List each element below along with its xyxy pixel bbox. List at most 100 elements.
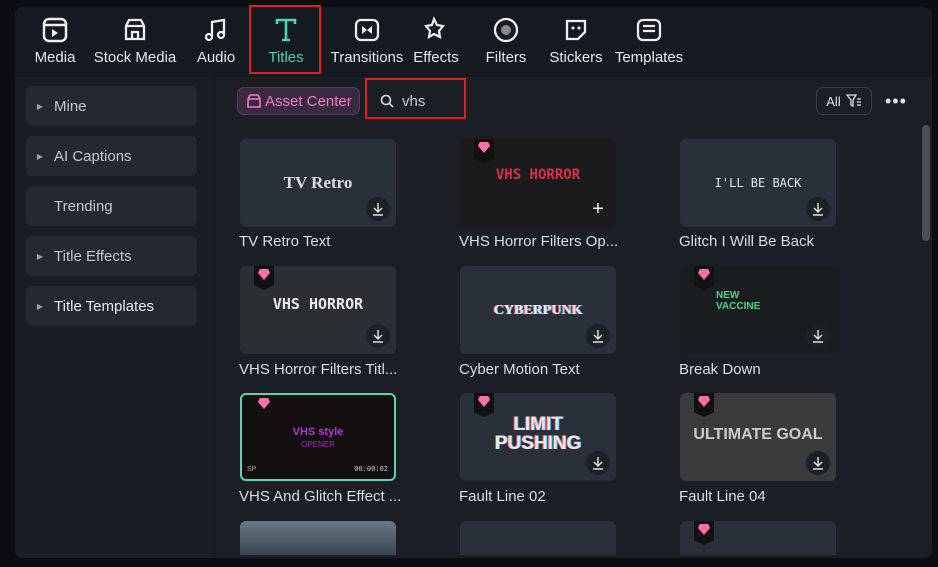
- asset-center-label: Asset Center: [265, 92, 352, 110]
- premium-gem-icon: [694, 393, 714, 417]
- titles-panel: Media Stock Media Audio Titles Transitio…: [15, 7, 932, 558]
- download-icon[interactable]: [806, 451, 830, 475]
- card-label: Glitch I Will Be Back: [679, 233, 815, 250]
- filter-label: All: [826, 93, 841, 109]
- sidebar: ▶ Mine ▶ AI Captions Trending ▶ Title Effec…: [15, 77, 215, 558]
- tab-audio[interactable]: Audio: [191, 7, 241, 77]
- caret-right-icon: ▶: [36, 151, 44, 161]
- premium-gem-icon: [694, 266, 714, 290]
- card-label: Fault Line 04: [679, 488, 766, 505]
- search-box[interactable]: [370, 85, 465, 117]
- tab-label: Templates: [614, 49, 684, 66]
- title-card[interactable]: VHS HORROR: [240, 266, 396, 354]
- search-icon: [380, 94, 394, 108]
- sidebar-item-label: Mine: [54, 97, 87, 115]
- thumbnail-text: NEW VACCINE: [716, 290, 761, 312]
- premium-gem-icon: [254, 266, 274, 290]
- title-card[interactable]: I'LL BE BACK: [680, 139, 836, 227]
- tab-label: Filters: [485, 49, 527, 66]
- title-card[interactable]: [680, 521, 836, 555]
- asset-center-button[interactable]: Asset Center: [237, 87, 360, 115]
- tab-titles[interactable]: Titles: [253, 7, 319, 77]
- more-options-icon[interactable]: •••: [885, 91, 907, 112]
- title-card-selected[interactable]: VHS style OPENER SP 00:00:02: [240, 393, 396, 481]
- title-card[interactable]: LIMIT PUSHING: [460, 393, 616, 481]
- templates-icon: [636, 18, 662, 42]
- thumbnail-subtext: OPENER: [301, 440, 335, 449]
- scrollbar[interactable]: [922, 125, 930, 241]
- download-icon[interactable]: [806, 324, 830, 348]
- thumbnail-text: VHS HORROR: [495, 167, 581, 183]
- stock-media-icon: [124, 18, 146, 41]
- tab-label: Audio: [196, 49, 236, 66]
- title-card[interactable]: VHS HORROR +: [460, 139, 616, 227]
- premium-gem-icon: [694, 521, 714, 545]
- filter-icon: [845, 94, 861, 108]
- card-label: Break Down: [679, 361, 761, 378]
- download-icon[interactable]: [586, 324, 610, 348]
- thumbnail-text: CYBERPUNK: [493, 303, 583, 318]
- thumbnail-text: I'LL BE BACK: [714, 176, 802, 190]
- filters-icon: [493, 17, 519, 43]
- music-note-icon: [204, 18, 226, 42]
- media-tabs-bar: Media Stock Media Audio Titles Transitio…: [15, 7, 932, 77]
- premium-gem-icon: [474, 139, 494, 163]
- thumbnail-timecode: 00:00:02: [354, 465, 388, 473]
- tab-label: Titles: [268, 49, 304, 66]
- caret-right-icon: ▶: [36, 301, 44, 311]
- title-t-icon: [275, 18, 297, 42]
- card-label: VHS And Glitch Effect ...: [239, 488, 402, 505]
- tab-label: Transitions: [330, 49, 404, 66]
- stickers-icon: [565, 19, 587, 41]
- tab-label: Stock Media: [93, 49, 177, 66]
- tab-label: Media: [34, 49, 76, 66]
- effects-icon: [423, 16, 446, 40]
- title-card[interactable]: TV Retro: [240, 139, 396, 227]
- sidebar-item-mine[interactable]: ▶ Mine: [26, 86, 197, 126]
- card-label: TV Retro Text: [239, 233, 331, 250]
- thumbnail-text: ULTIMATE GOAL: [693, 426, 823, 443]
- caret-right-icon: ▶: [36, 101, 44, 111]
- title-card[interactable]: [240, 521, 396, 555]
- sidebar-item-trending[interactable]: Trending: [26, 186, 197, 226]
- tab-media[interactable]: Media: [23, 7, 87, 77]
- title-card[interactable]: NEW VACCINE: [680, 266, 836, 354]
- card-label: VHS Horror Filters Op...: [459, 233, 619, 250]
- sidebar-item-label: Title Templates: [54, 297, 155, 315]
- sidebar-item-label: Title Effects: [54, 247, 132, 265]
- thumbnail-text: TV Retro: [283, 173, 353, 192]
- tab-label: Stickers: [549, 49, 603, 66]
- sidebar-item-title-effects[interactable]: ▶ Title Effects: [26, 236, 197, 276]
- title-card[interactable]: ULTIMATE GOAL: [680, 393, 836, 481]
- thumbnail-text: VHS style: [292, 426, 344, 438]
- thumbnail-text: LIMIT PUSHING: [494, 414, 582, 454]
- sidebar-item-label: AI Captions: [54, 147, 132, 165]
- sidebar-item-ai-captions[interactable]: ▶ AI Captions: [26, 136, 197, 176]
- download-icon[interactable]: [586, 451, 610, 475]
- sidebar-item-title-templates[interactable]: ▶ Title Templates: [26, 286, 197, 326]
- tab-transitions[interactable]: Transitions: [325, 7, 409, 77]
- thumbnail-text: VHS HORROR: [272, 295, 364, 313]
- download-icon[interactable]: [366, 197, 390, 221]
- card-label: Cyber Motion Text: [459, 361, 580, 378]
- search-input[interactable]: [402, 92, 462, 110]
- caret-right-icon: ▶: [36, 251, 44, 261]
- download-icon[interactable]: [806, 197, 830, 221]
- tab-label: Effects: [413, 49, 459, 66]
- title-card[interactable]: CYBERPUNK: [460, 266, 616, 354]
- title-card[interactable]: [460, 521, 616, 555]
- card-label: Fault Line 02: [459, 488, 546, 505]
- add-icon[interactable]: +: [586, 197, 610, 221]
- tab-stock-media[interactable]: Stock Media: [93, 7, 177, 77]
- filter-button[interactable]: All: [816, 87, 872, 115]
- thumbnail-corner-text: SP: [247, 466, 257, 473]
- download-icon[interactable]: [366, 324, 390, 348]
- tab-stickers[interactable]: Stickers: [549, 7, 603, 77]
- media-icon: [42, 17, 68, 43]
- tab-effects[interactable]: Effects: [409, 7, 463, 77]
- tab-filters[interactable]: Filters: [481, 7, 531, 77]
- premium-gem-icon: [254, 395, 274, 419]
- transitions-icon: [354, 18, 380, 42]
- tab-templates[interactable]: Templates: [613, 7, 685, 77]
- sidebar-item-label: Trending: [54, 197, 113, 215]
